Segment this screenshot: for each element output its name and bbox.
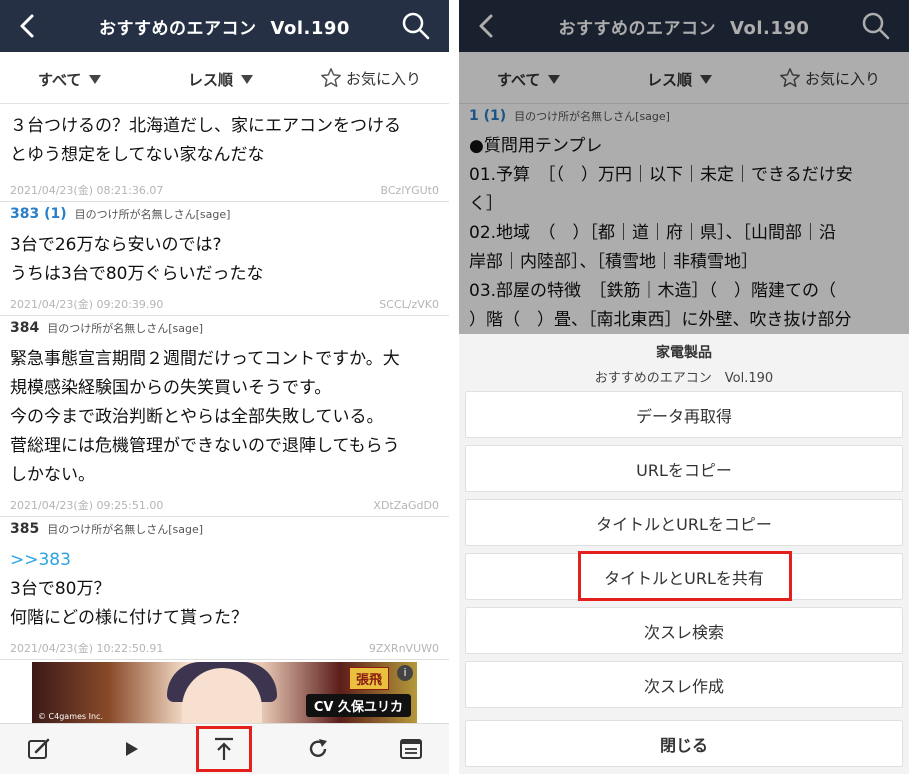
search-icon[interactable]: [401, 11, 431, 41]
post-header: 385 目のつけ所が名無しさん[sage]: [10, 521, 204, 537]
divider: [449, 0, 459, 774]
favorite-button[interactable]: お気に入り: [320, 67, 421, 89]
ad-tag: 張飛: [348, 667, 389, 690]
action-sheet-screen: おすすめのエアコン Vol.190 すべて レス順 お気に入り 1 (1) 目のつけ…: [459, 0, 909, 774]
refresh-icon[interactable]: [305, 736, 331, 762]
create-next-thread-button[interactable]: 次スレ作成: [465, 661, 903, 708]
post-footer: 2021/04/23(金) 09:20:39.90 SCCL/zVK0: [10, 297, 439, 312]
app-header: おすすめのエアコン Vol.190: [0, 0, 449, 52]
post-footer: 2021/04/23(金) 08:21:36.07 BCzlYGUt0: [10, 183, 439, 198]
thread-title: おすすめのエアコン Vol.190: [99, 17, 350, 39]
ad-cv-label: CV 久保ユリカ: [305, 694, 411, 717]
post-header: 383 (1) 目のつけ所が名無しさん[sage]: [10, 206, 231, 222]
ad-banner[interactable]: 張飛 CV 久保ユリカ i © C4games Inc.: [32, 662, 417, 723]
star-outline-icon: [321, 68, 341, 87]
highlight-annotation: [196, 726, 252, 772]
sort-order-dropdown[interactable]: レス順: [188, 69, 254, 90]
compose-icon[interactable]: [26, 736, 52, 762]
search-next-thread-button[interactable]: 次スレ検索: [465, 607, 903, 654]
post-body: 3台で26万なら安いのでは? うちは3台で80万ぐらいだったな: [10, 235, 264, 284]
post-item: 384 目のつけ所が名無しさん[sage] 緊急事態宣言期間２週間だけってコントで…: [0, 316, 449, 517]
copy-title-url-button[interactable]: タイトルとURLをコピー: [465, 499, 903, 546]
play-icon[interactable]: [118, 736, 144, 762]
post-item: ３台つけるの？北海道だし、家にエアコンをつける とゆう想定をしてない家なんだな …: [0, 104, 449, 202]
post-body: 緊急事態宣言期間２週間だけってコントですか。大 規模感染経験国からの失笑買いそう…: [10, 349, 400, 485]
ad-info-icon[interactable]: i: [397, 665, 413, 681]
post-number[interactable]: 385: [10, 521, 39, 537]
thread-screen: おすすめのエアコン Vol.190 すべて レス順 お気に入り ３台つけるの？北海…: [0, 0, 449, 774]
post-header: 384 目のつけ所が名無しさん[sage]: [10, 320, 204, 336]
filter-bar: すべて レス順 お気に入り: [0, 52, 449, 104]
refetch-data-button[interactable]: データ再取得: [465, 391, 903, 438]
post-body: >>383 3台で80万？ 何階にどの様に付けて貰った？: [10, 541, 439, 633]
filter-all-dropdown[interactable]: すべて: [38, 69, 102, 90]
copy-url-button[interactable]: URLをコピー: [465, 445, 903, 492]
back-chevron-icon[interactable]: [14, 12, 42, 40]
dropdown-triangle-icon: [241, 75, 254, 84]
sheet-subtitle: おすすめのエアコン Vol.190: [594, 371, 774, 386]
post-footer: 2021/04/23(金) 10:22:50.91 9ZXRnVUW0: [10, 641, 439, 656]
reply-anchor-link[interactable]: >>383: [10, 546, 439, 575]
post-item: 383 (1) 目のつけ所が名無しさん[sage] 3台で26万なら安いのでは? …: [0, 202, 449, 316]
post-body: ３台つけるの？北海道だし、家にエアコンをつける とゆう想定をしてない家なんだな: [10, 116, 401, 165]
post-number[interactable]: 383 (1): [10, 206, 67, 222]
dropdown-triangle-icon: [89, 75, 102, 84]
sheet-title: 家電製品: [656, 345, 712, 361]
highlight-annotation: [578, 551, 792, 601]
menu-list-icon[interactable]: [398, 736, 424, 762]
post-item: 385 目のつけ所が名無しさん[sage] >>383 3台で80万？ 何階にどの…: [0, 517, 449, 660]
post-footer: 2021/04/23(金) 09:25:51.00 XDtZaGdD0: [10, 498, 439, 513]
ad-copyright: © C4games Inc.: [38, 712, 103, 721]
post-number[interactable]: 384: [10, 320, 39, 336]
post-list: ３台つけるの？北海道だし、家にエアコンをつける とゆう想定をしてない家なんだな …: [0, 104, 449, 660]
close-button[interactable]: 閉じる: [465, 720, 903, 767]
dim-overlay[interactable]: [459, 0, 909, 334]
